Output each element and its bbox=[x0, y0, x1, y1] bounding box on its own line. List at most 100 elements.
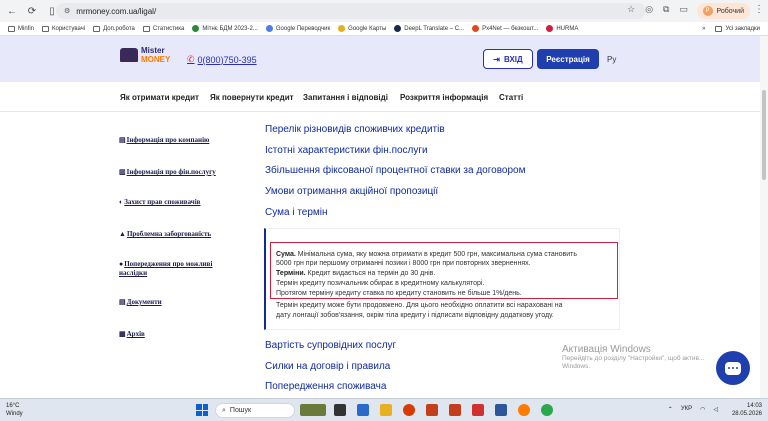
app-icon-1[interactable] bbox=[357, 404, 369, 416]
login-button[interactable]: ⇥ ВХІД bbox=[483, 49, 533, 69]
app-icon-2[interactable] bbox=[449, 404, 461, 416]
bookmark-item[interactable]: HURMA bbox=[546, 25, 578, 32]
register-button[interactable]: Реєстрація bbox=[537, 49, 599, 69]
bookmark-item[interactable]: Google Карты bbox=[338, 25, 386, 32]
translate-favicon-icon bbox=[265, 25, 273, 32]
wifi-icon[interactable]: ◠ bbox=[700, 406, 705, 413]
nav-item-get-credit[interactable]: Як отримати кредит bbox=[120, 93, 199, 102]
content-link-warning[interactable]: Попередження споживача bbox=[265, 381, 386, 392]
bookmark-item[interactable]: Px4Net — безкошт... bbox=[472, 25, 538, 32]
sidebar-item-service-info[interactable]: ▥Інформація про фін.послугу bbox=[119, 168, 216, 177]
sidebar-item-company-info[interactable]: ▤Інформація про компанію bbox=[119, 136, 209, 145]
folder-icon bbox=[42, 25, 50, 32]
panel-line-1: Сума. Мінімальна сума, яку можна отримат… bbox=[276, 251, 578, 258]
nav-item-disclosure[interactable]: Розкриття інформація bbox=[400, 93, 488, 102]
alert-icon: ● bbox=[119, 260, 124, 268]
chat-button[interactable] bbox=[716, 351, 750, 385]
search-icon: ⌕ bbox=[222, 406, 226, 414]
menu-icon[interactable]: ⋮ bbox=[754, 4, 764, 15]
avatar: Р bbox=[702, 6, 713, 16]
site-header: Mister MONEY ✆ 0(800)750-395 ⇥ ВХІД Реєс… bbox=[0, 36, 760, 82]
system-tray[interactable]: ⌃ УКР ◠ ◁ bbox=[668, 406, 718, 413]
bookmark-item[interactable]: Статистика bbox=[142, 25, 184, 32]
bookmark-item[interactable]: Google Переводчик bbox=[265, 25, 330, 32]
firefox-icon[interactable] bbox=[518, 404, 530, 416]
profile-label: Робочий bbox=[716, 7, 744, 15]
scrollbar-thumb[interactable] bbox=[762, 90, 766, 180]
nav-item-faq[interactable]: Запитання і відповіді bbox=[303, 93, 388, 102]
folder-icon bbox=[8, 25, 15, 32]
url-text: mrmoney.com.ua/ligal/ bbox=[76, 6, 157, 16]
content-link-promo[interactable]: Умови отримання акційної пропозиції bbox=[265, 186, 438, 197]
phone-icon: ✆ bbox=[187, 54, 195, 64]
document-icon: ▥ bbox=[119, 168, 126, 176]
windows-taskbar: 16°C Windy ⌕ Пошук ⌃ УКР ◠ ◁ 14:03 28.05… bbox=[0, 398, 768, 421]
site-info-icon[interactable]: ⚙ bbox=[64, 7, 70, 15]
logo-hat-icon bbox=[120, 48, 138, 62]
folder-icon bbox=[715, 25, 723, 32]
site-favicon-icon bbox=[192, 25, 200, 32]
sidebar-item-archive[interactable]: ▦Архів bbox=[119, 330, 145, 339]
all-bookmarks[interactable]: Усі закладки bbox=[715, 25, 760, 32]
maps-favicon-icon bbox=[338, 25, 346, 32]
main-nav: Як отримати кредит Як повернути кредит З… bbox=[0, 82, 760, 112]
phone-number: 0(800)750-395 bbox=[197, 54, 257, 65]
word-icon[interactable] bbox=[495, 404, 507, 416]
sidebar-item-consequences[interactable]: ●Попередження про можливі наслідки bbox=[119, 260, 241, 278]
bookmarks-bar: Minfin Користувачі Доп.робота Статистика… bbox=[0, 22, 768, 36]
panel-line-6: Термін кредиту може бути продовжено. Для… bbox=[276, 302, 563, 309]
bookmark-item[interactable]: DeepL Translate – С... bbox=[394, 25, 464, 32]
profile-button[interactable]: Р Робочий bbox=[696, 3, 750, 19]
language-switch[interactable]: Ру bbox=[607, 55, 616, 64]
office-icon[interactable] bbox=[403, 404, 415, 416]
nav-item-articles[interactable]: Статті bbox=[499, 93, 523, 102]
panel-line-4: Термін кредиту позичальник обирає в кред… bbox=[276, 280, 485, 287]
powerpoint-icon[interactable] bbox=[426, 404, 438, 416]
bookmark-item[interactable]: Minfin bbox=[8, 25, 34, 32]
nav-item-repay-credit[interactable]: Як повернути кредит bbox=[210, 93, 294, 102]
weather-widget[interactable]: 16°C Windy bbox=[6, 402, 23, 418]
content-link-characteristics[interactable]: Істотні характеристики фін.послуги bbox=[265, 145, 428, 156]
sidebar-item-documents[interactable]: ▤Документи bbox=[119, 298, 162, 307]
content-link-credit-types[interactable]: Перелік різновидів споживчих кредитів bbox=[265, 124, 445, 135]
panel-line-3: Терміни. Кредит видається на термін до 3… bbox=[276, 270, 436, 277]
content-link-sum-term[interactable]: Сума і термін bbox=[265, 207, 328, 218]
folder-icon bbox=[142, 25, 150, 32]
sidebar-item-problem-debt[interactable]: ▲Проблемна заборгованість bbox=[119, 230, 211, 239]
file-explorer-icon[interactable] bbox=[380, 404, 392, 416]
hurma-favicon-icon bbox=[546, 25, 554, 32]
chevron-up-icon[interactable]: ⌃ bbox=[668, 406, 673, 413]
content-link-extra-services[interactable]: Вартість супровідних послуг bbox=[265, 340, 396, 351]
page-scrollbar[interactable] bbox=[760, 36, 768, 398]
volume-icon[interactable]: ◁ bbox=[713, 406, 718, 413]
sidebar-item-consumer-protection[interactable]: ◐Захист прав споживачів bbox=[119, 198, 200, 207]
warning-icon: ▲ bbox=[119, 230, 126, 238]
content-link-contract[interactable]: Силки на договір і правила bbox=[265, 361, 390, 372]
widgets-icon[interactable] bbox=[300, 404, 326, 416]
start-icon[interactable] bbox=[196, 404, 208, 416]
address-bar[interactable]: ⚙ mrmoney.com.ua/ligal/ bbox=[56, 3, 646, 19]
extensions-icon[interactable]: ⧉ bbox=[663, 4, 669, 15]
clock[interactable]: 14:03 28.05.2026 bbox=[732, 402, 762, 418]
shield-icon: ◐ bbox=[119, 198, 124, 206]
bookmark-item[interactable]: Доп.робота bbox=[93, 25, 135, 32]
bookmark-star-icon[interactable]: ☆ bbox=[627, 4, 635, 15]
sidepanel-icon[interactable]: ▭ bbox=[679, 4, 688, 15]
content-link-rate-increase[interactable]: Збільшення фіксованої процентної ставки … bbox=[265, 165, 525, 176]
reload-icon[interactable]: ⟳ bbox=[24, 3, 40, 19]
logo[interactable]: Mister MONEY bbox=[120, 46, 170, 64]
bookmark-item[interactable]: Мітнє БДМ 2023-2... bbox=[192, 25, 258, 32]
task-view-icon[interactable] bbox=[334, 404, 346, 416]
windows-activation-watermark: Активація Windows Перейдіть до розділу "… bbox=[562, 344, 705, 370]
pdf-icon[interactable] bbox=[472, 404, 484, 416]
logo-line2: MONEY bbox=[141, 55, 171, 64]
language-indicator[interactable]: УКР bbox=[681, 406, 692, 413]
taskbar-search[interactable]: ⌕ Пошук bbox=[215, 403, 295, 418]
file-icon: ▤ bbox=[119, 298, 126, 306]
more-bookmarks-icon[interactable]: » bbox=[702, 26, 705, 32]
screenshot-icon[interactable]: ◎ bbox=[645, 4, 653, 15]
chrome-icon[interactable] bbox=[541, 404, 553, 416]
phone-link[interactable]: ✆ 0(800)750-395 bbox=[187, 54, 257, 65]
bookmark-item[interactable]: Користувачі bbox=[42, 25, 85, 32]
back-icon[interactable]: ← bbox=[4, 3, 20, 19]
